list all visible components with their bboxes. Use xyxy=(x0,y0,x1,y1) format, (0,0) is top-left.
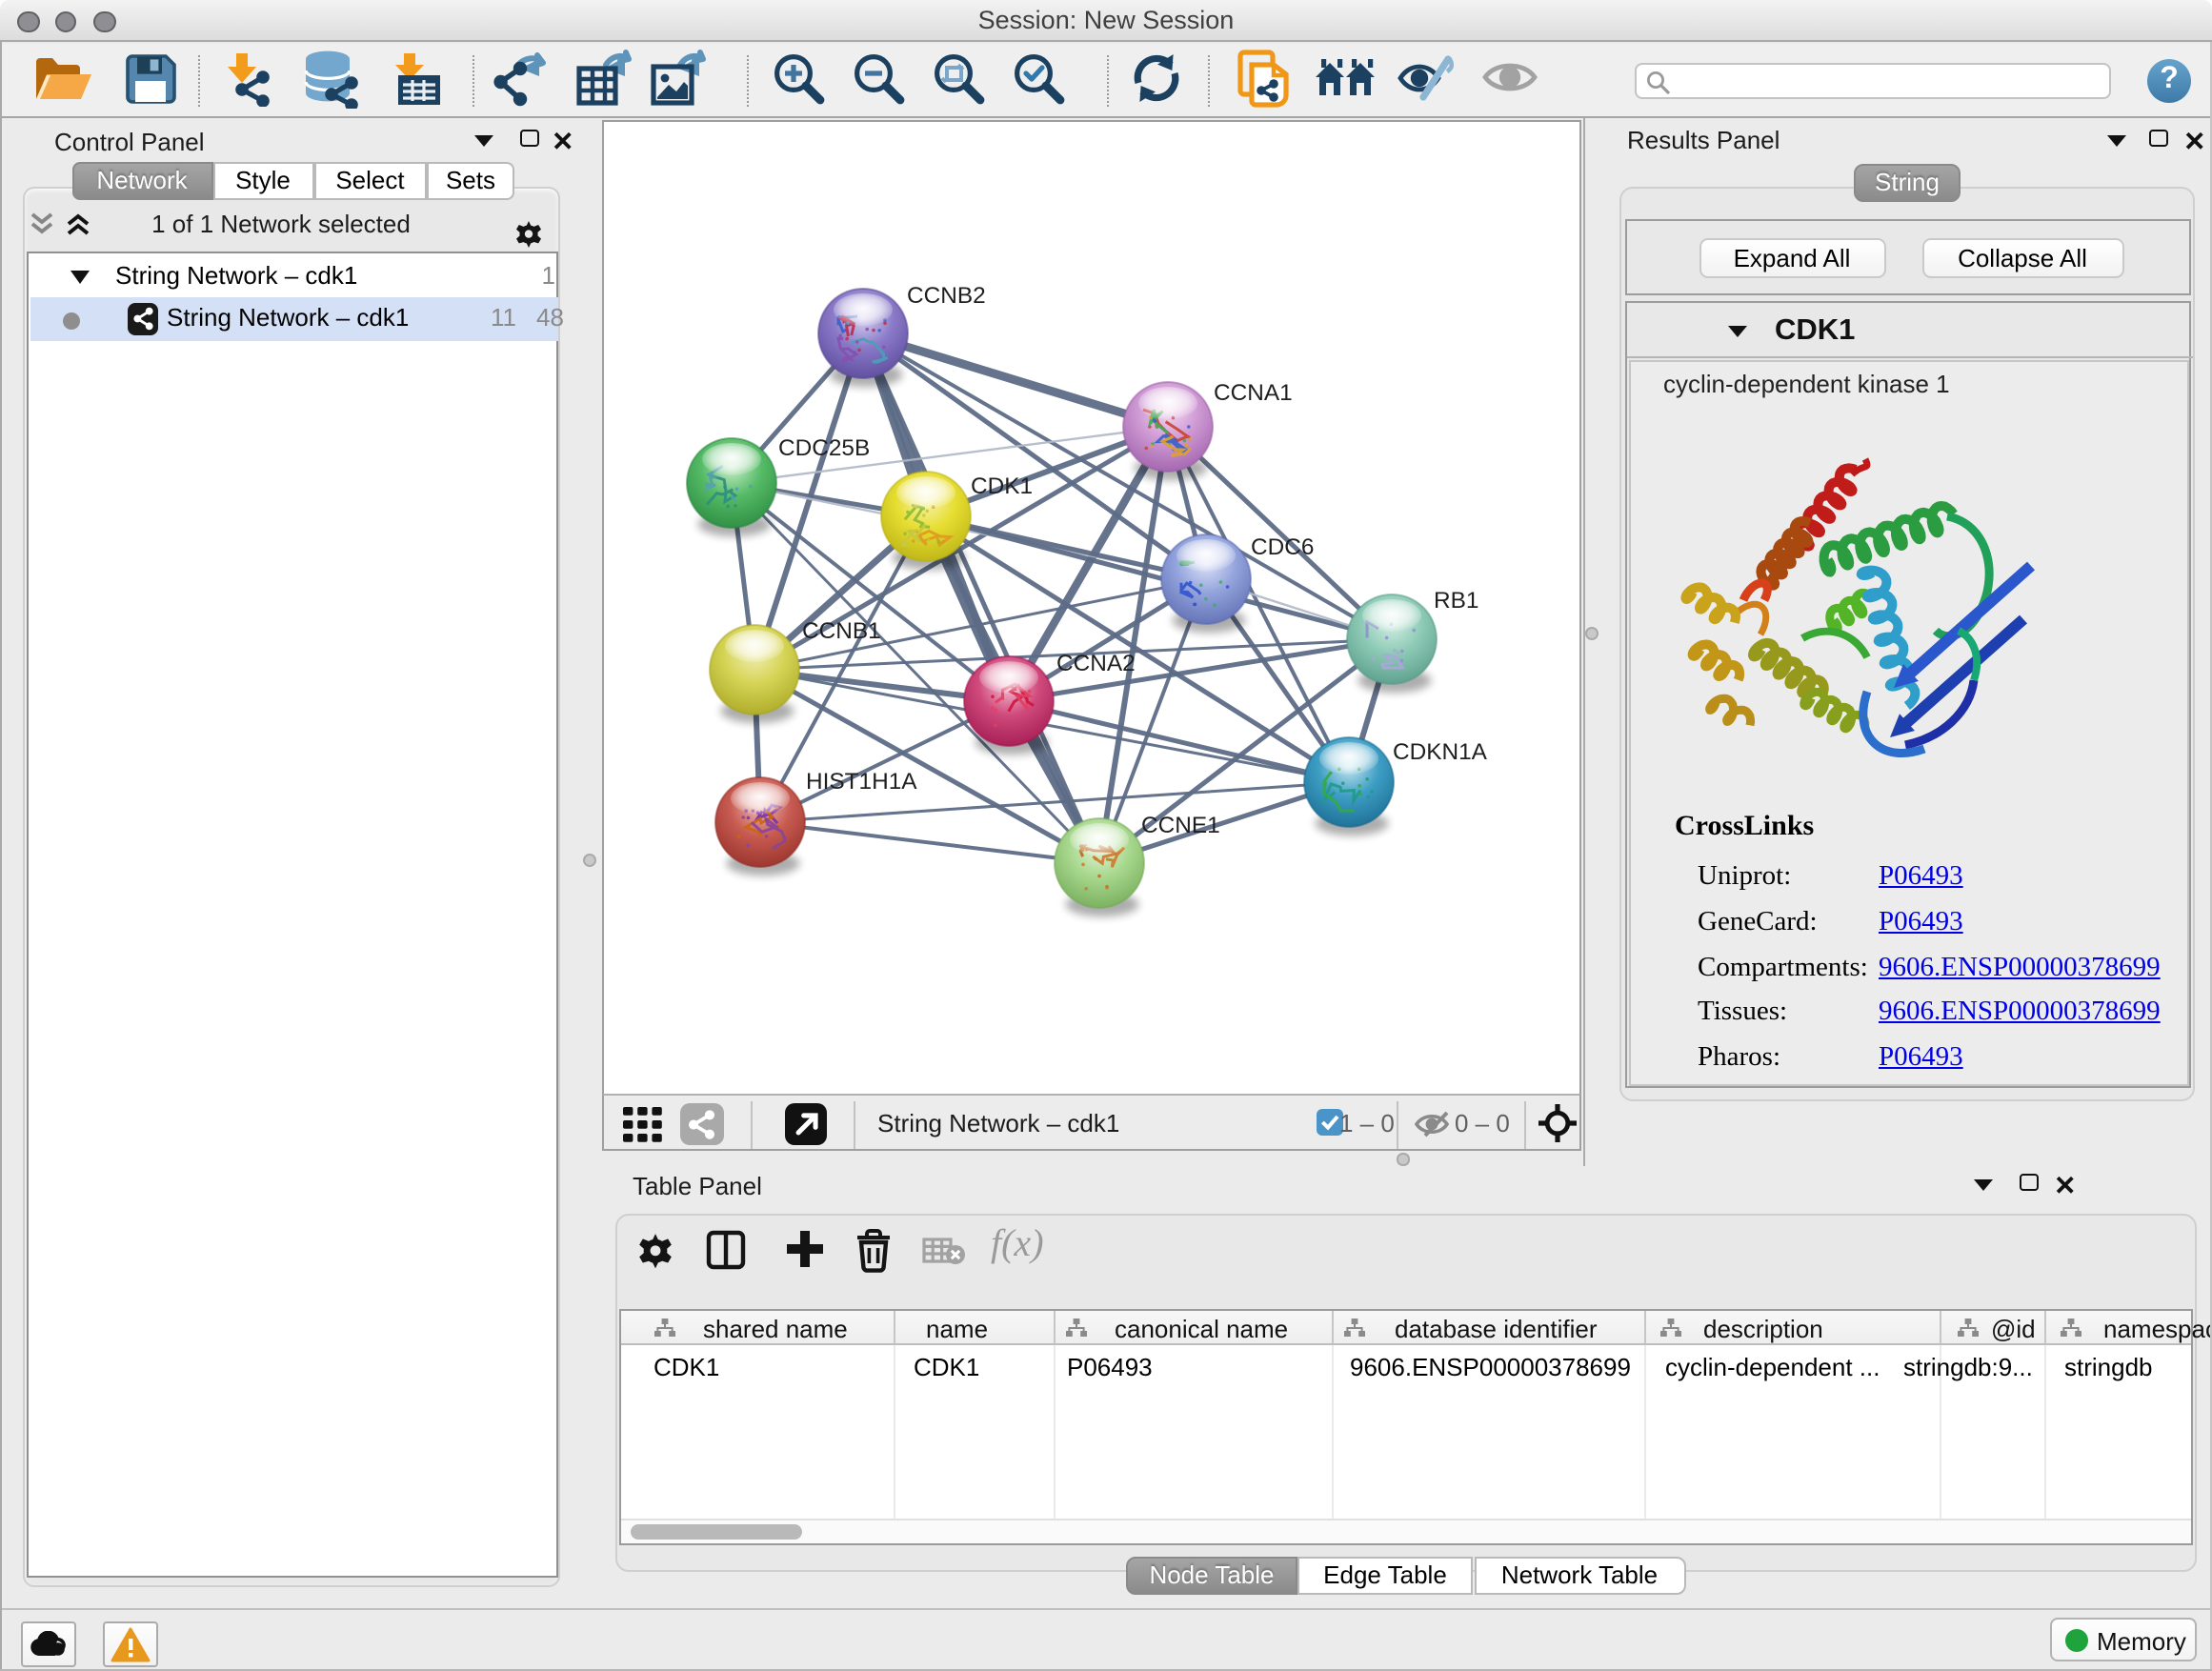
svg-text:CCNB1: CCNB1 xyxy=(802,618,881,644)
svg-text:CDC25B: CDC25B xyxy=(778,435,870,461)
svg-text:CCNE1: CCNE1 xyxy=(1141,813,1220,838)
svg-text:CCNA2: CCNA2 xyxy=(1056,651,1136,676)
svg-text:RB1: RB1 xyxy=(1434,588,1478,614)
svg-text:CCNA1: CCNA1 xyxy=(1214,380,1293,406)
svg-text:HIST1H1A: HIST1H1A xyxy=(806,769,917,795)
svg-text:CCNB2: CCNB2 xyxy=(907,283,986,309)
svg-text:CDKN1A: CDKN1A xyxy=(1393,739,1488,765)
svg-text:CDK1: CDK1 xyxy=(971,473,1033,499)
svg-text:CDC6: CDC6 xyxy=(1251,534,1314,560)
